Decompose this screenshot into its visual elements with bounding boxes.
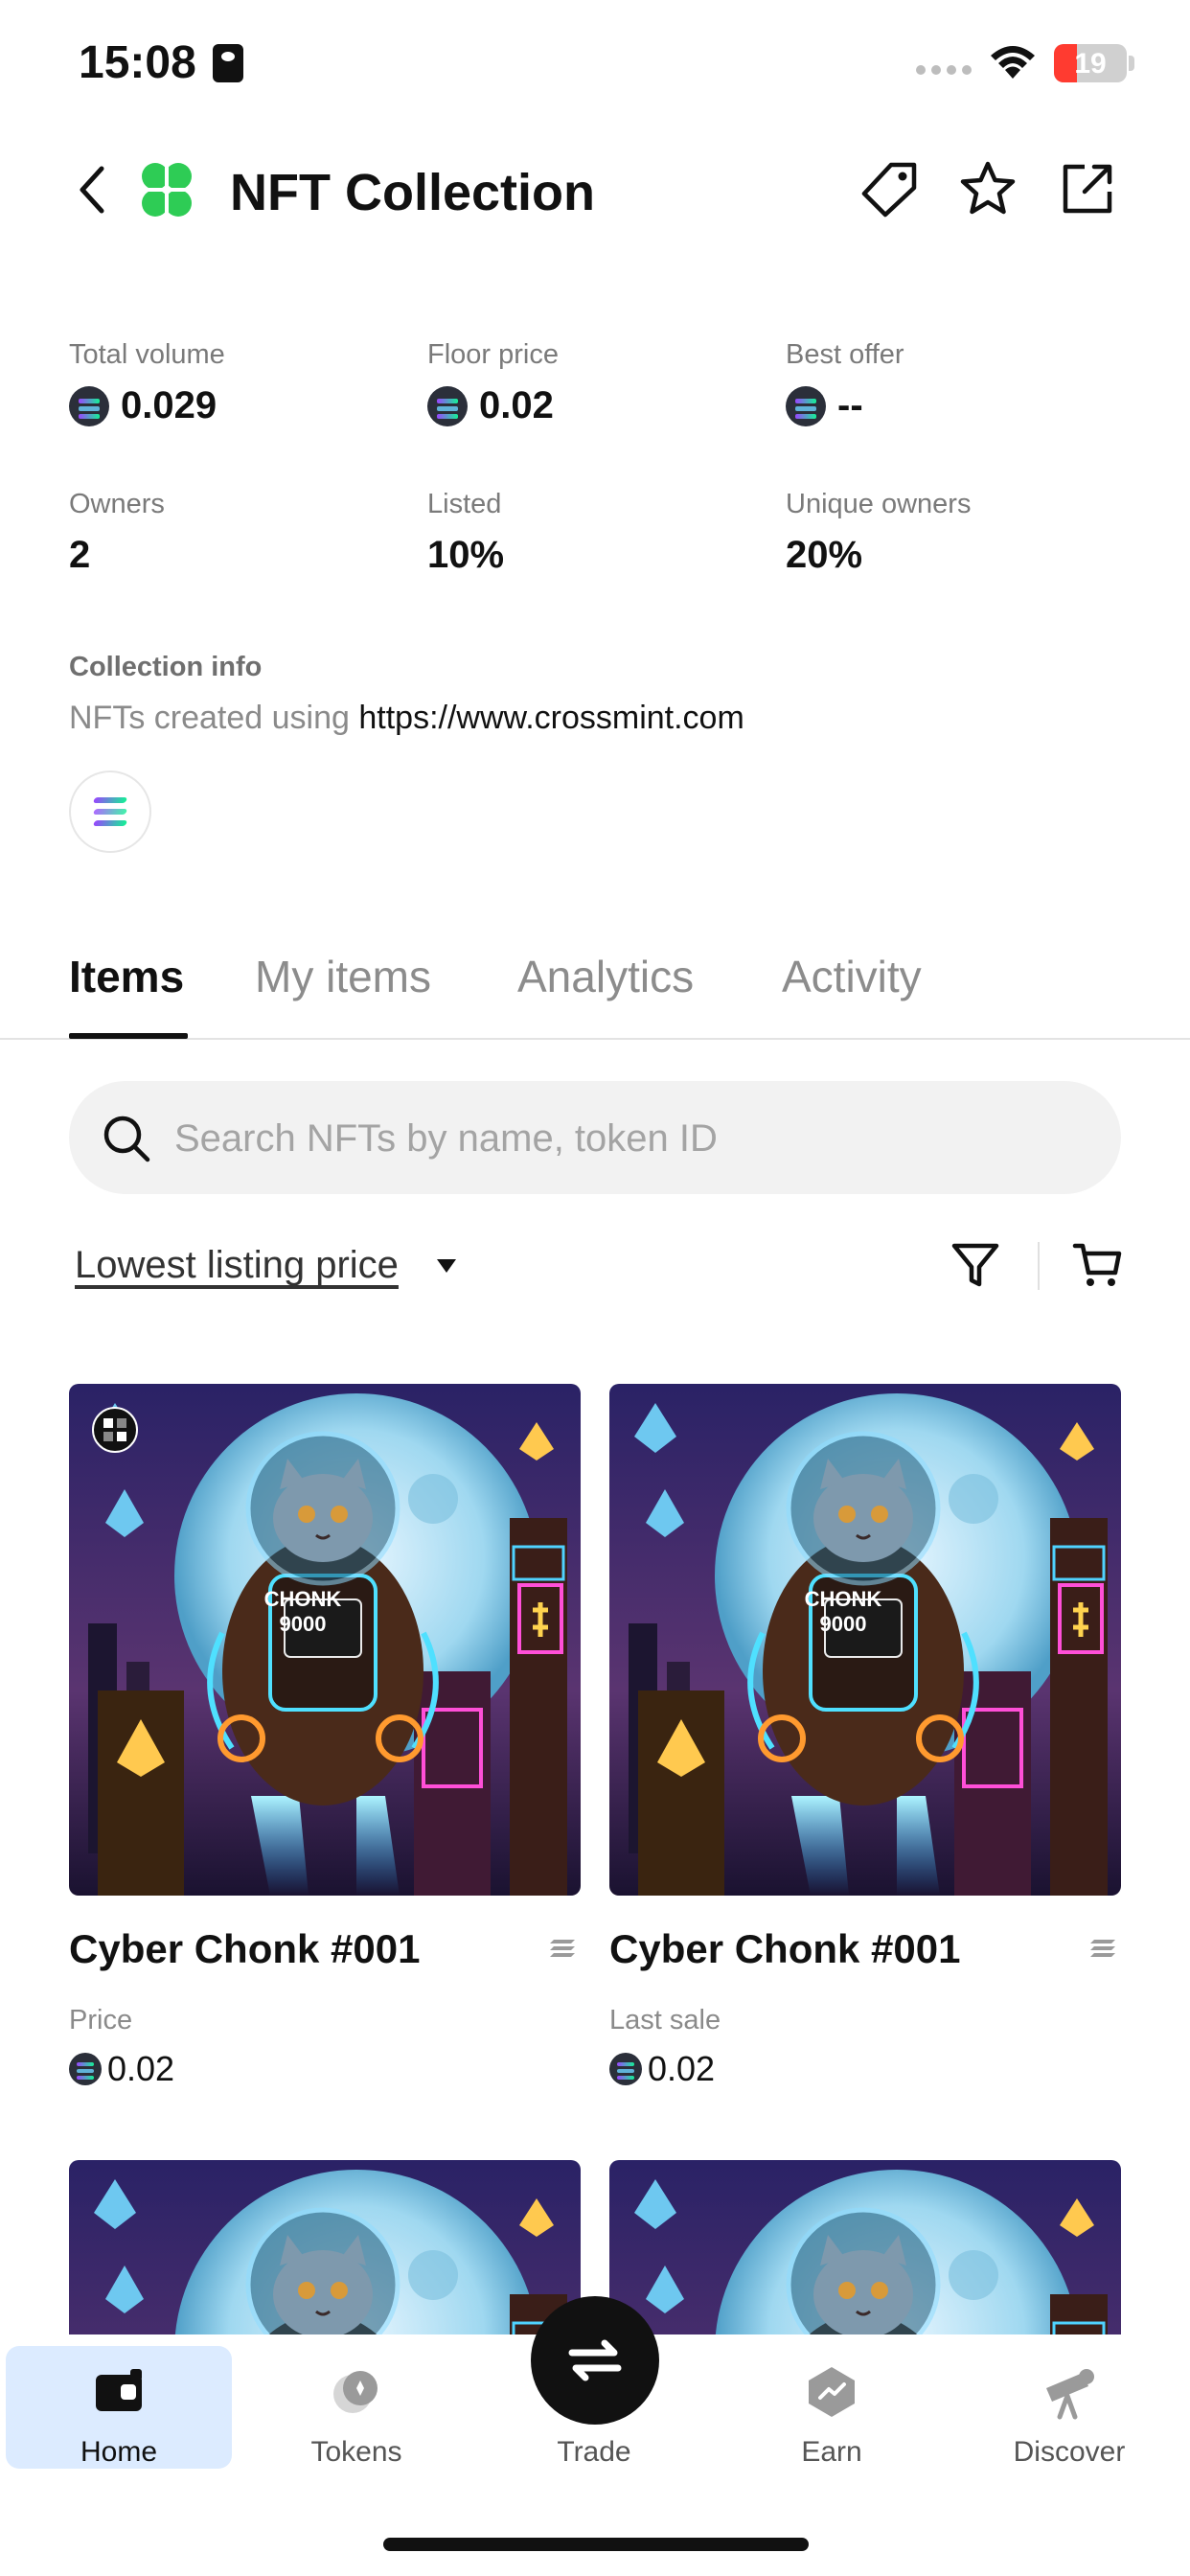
nft-image-text: CHONK 9000	[263, 1587, 342, 1636]
stat-label: Best offer	[786, 339, 904, 370]
back-arrow-icon[interactable]	[69, 161, 117, 218]
stat-label: Floor price	[427, 339, 559, 370]
nav-label: Home	[80, 2436, 158, 2468]
solana-chain-icon	[1090, 1940, 1115, 1957]
stat-total-volume: Total volume 0.029	[69, 339, 225, 427]
nft-image[interactable]	[69, 2160, 581, 2334]
stat-best-offer: Best offer --	[786, 339, 904, 427]
collection-info-prefix: NFTs created using	[69, 700, 359, 736]
solana-icon	[609, 2053, 642, 2085]
nav-label: Tokens	[310, 2436, 402, 2468]
home-indicator	[383, 2538, 809, 2551]
stat-value: --	[837, 384, 863, 426]
nav-discover[interactable]: Discover	[956, 2346, 1182, 2469]
nft-image-text: CHONK 9000	[804, 1587, 882, 1636]
active-tab-indicator	[69, 1033, 188, 1039]
solana-icon	[69, 2053, 102, 2085]
battery-icon: 19	[1054, 44, 1127, 82]
nft-price: 0.02	[69, 2049, 174, 2089]
stat-listed: Listed 10%	[427, 489, 504, 577]
wallet-icon	[96, 2369, 142, 2411]
stat-unique-owners: Unique owners 20%	[786, 489, 971, 577]
nft-price-value: 0.02	[648, 2049, 716, 2088]
nav-home[interactable]: Home	[6, 2346, 232, 2469]
price-tag-icon[interactable]	[858, 157, 922, 220]
nft-image[interactable]: CHONK 9000	[609, 1384, 1121, 1896]
stat-value: 20%	[786, 534, 863, 576]
solana-icon	[786, 385, 826, 426]
stat-value: 0.029	[121, 384, 217, 426]
collection-info-title: Collection info	[69, 652, 263, 682]
nft-image[interactable]: CHONK 9000	[69, 1384, 581, 1896]
battery-tip	[1129, 56, 1134, 71]
marketplace-badge-icon	[92, 1407, 138, 1453]
nft-price-label: Price	[69, 2005, 133, 2036]
search-icon	[103, 1116, 150, 1162]
nav-label: Trade	[557, 2436, 631, 2468]
collection-info-text: NFTs created using https://www.crossmint…	[69, 700, 744, 737]
stat-label: Total volume	[69, 339, 225, 370]
search-input[interactable]	[172, 1081, 1096, 1196]
nav-tokens[interactable]: Tokens	[243, 2346, 469, 2469]
nav-label: Earn	[801, 2436, 862, 2468]
cart-icon[interactable]	[1071, 1238, 1125, 1292]
solana-icon	[69, 385, 109, 426]
caret-down-icon[interactable]	[437, 1259, 456, 1273]
telescope-icon	[1046, 2369, 1094, 2420]
solana-chain-chip[interactable]	[69, 770, 151, 853]
id-card-icon	[213, 44, 243, 82]
solana-icon	[427, 385, 468, 426]
star-icon[interactable]	[956, 157, 1019, 220]
cellular-signal-icon	[916, 65, 973, 75]
nft-price: 0.02	[609, 2049, 715, 2089]
stat-owners: Owners 2	[69, 489, 165, 577]
tab-analytics[interactable]: Analytics	[517, 951, 694, 1002]
nav-earn[interactable]: Earn	[719, 2346, 945, 2469]
nft-name[interactable]: Cyber Chonk #001	[609, 1926, 960, 1972]
wifi-icon	[991, 46, 1035, 79]
stat-label: Unique owners	[786, 489, 972, 519]
nft-artwork	[609, 1384, 1121, 1896]
collection-logo	[140, 163, 194, 217]
nft-last-sale-label: Last sale	[609, 2005, 721, 2036]
tab-items[interactable]: Items	[69, 951, 184, 1002]
solana-chain-icon	[550, 1940, 575, 1957]
nft-artwork	[609, 2160, 1121, 2334]
nav-trade[interactable]: Trade	[481, 2346, 707, 2469]
stat-floor-price: Floor price 0.02	[427, 339, 559, 427]
stat-value: 2	[69, 534, 91, 576]
toolbar-separator	[1038, 1242, 1040, 1290]
tab-activity[interactable]: Activity	[782, 951, 922, 1002]
tokens-icon	[333, 2371, 378, 2413]
collection-link[interactable]: https://www.crossmint.com	[358, 700, 744, 736]
battery-level: 19	[1074, 48, 1107, 80]
page-title: NFT Collection	[230, 164, 595, 221]
nft-artwork	[69, 1384, 581, 1896]
stat-value: 0.02	[479, 384, 554, 426]
tab-my-items[interactable]: My items	[255, 951, 431, 1002]
stat-label: Owners	[69, 489, 165, 519]
nft-name[interactable]: Cyber Chonk #001	[69, 1926, 420, 1972]
nft-price-value: 0.02	[107, 2049, 175, 2088]
status-time: 15:08	[79, 37, 196, 88]
earn-icon	[809, 2367, 855, 2417]
stat-label: Listed	[427, 489, 502, 519]
nav-label: Discover	[1013, 2436, 1126, 2468]
share-external-icon[interactable]	[1056, 157, 1119, 220]
sort-dropdown[interactable]: Lowest listing price	[75, 1244, 399, 1287]
nft-artwork	[69, 2160, 581, 2334]
stat-value: 10%	[427, 534, 505, 576]
filter-icon[interactable]	[949, 1238, 1002, 1292]
nft-image[interactable]	[609, 2160, 1121, 2334]
